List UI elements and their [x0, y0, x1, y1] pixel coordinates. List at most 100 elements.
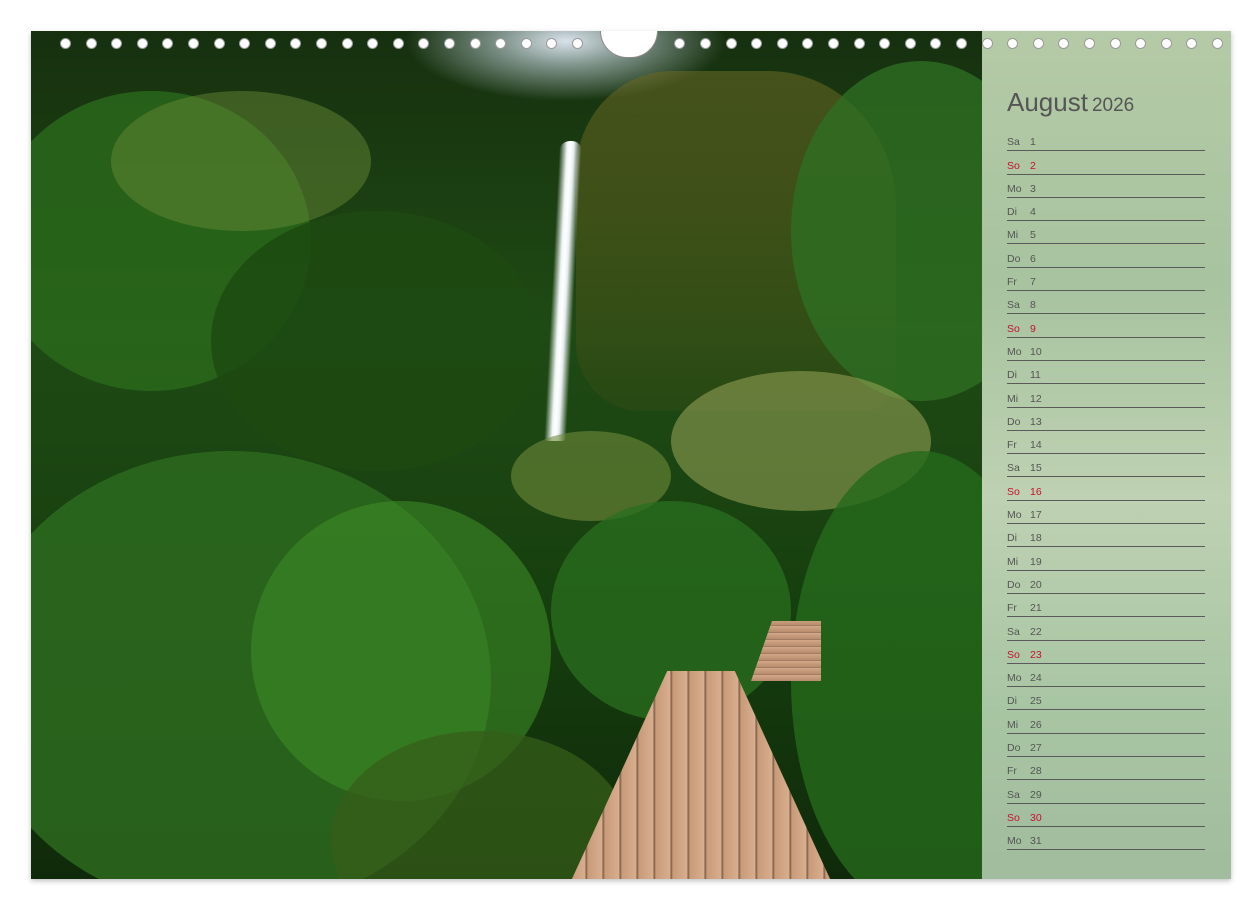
foliage-shape [211, 211, 541, 471]
day-number: 4 [1030, 206, 1036, 219]
binding-hole [1084, 38, 1095, 49]
day-number: 25 [1030, 695, 1042, 708]
binding-hole [828, 38, 839, 49]
weekday-label: Mo [1007, 835, 1022, 848]
binding-hole [879, 38, 891, 49]
weekday-label: Di [1007, 206, 1017, 219]
binding-hole [546, 38, 558, 49]
weekday-label: Sa [1007, 625, 1020, 638]
binding-hole [136, 38, 148, 49]
binding-hole [264, 38, 276, 49]
binding-hole [1058, 38, 1070, 49]
binding-hole [1032, 38, 1044, 49]
day-row: Sa 29 [1007, 780, 1205, 804]
day-number: 30 [1030, 811, 1042, 824]
day-row: Mo 3 [1007, 175, 1205, 198]
binding-hole [930, 38, 942, 49]
weekday-label: Di [1007, 369, 1017, 382]
day-number: 6 [1030, 252, 1036, 265]
binding-hole [1109, 38, 1121, 49]
day-row: So 16 [1007, 477, 1205, 501]
binding-hole [1160, 38, 1172, 49]
day-row: Sa 22 [1007, 617, 1205, 641]
weekday-label: Mi [1007, 718, 1019, 731]
day-row: Do 6 [1007, 244, 1205, 268]
day-number: 18 [1030, 532, 1042, 545]
month-name: August [1007, 87, 1088, 117]
binding-hole [290, 38, 302, 49]
day-number: 27 [1030, 742, 1042, 755]
binding-hole [418, 38, 430, 49]
weekday-label: Mo [1007, 672, 1022, 685]
binding-hole [162, 38, 174, 49]
binding-hole [1212, 38, 1223, 49]
day-row: Sa 1 [1007, 128, 1205, 152]
day-number: 28 [1030, 765, 1042, 778]
binding-hole [776, 38, 788, 49]
binding-hole [213, 38, 225, 49]
weekday-label: Fr [1007, 765, 1017, 778]
weekday-label: Fr [1007, 276, 1017, 289]
binding-hole [802, 38, 814, 49]
day-number: 9 [1030, 322, 1036, 335]
weekday-label: Mi [1007, 555, 1019, 568]
weekday-label: Sa [1007, 136, 1020, 149]
day-row: So 2 [1007, 151, 1205, 175]
binding-hole [444, 38, 455, 49]
binding-hole [520, 38, 532, 49]
day-number: 19 [1030, 555, 1042, 568]
binding-hole [572, 38, 583, 49]
year-label: 2026 [1091, 95, 1135, 116]
weekday-label: Do [1007, 415, 1021, 428]
day-number: 10 [1030, 345, 1042, 358]
day-number: 20 [1030, 578, 1042, 591]
day-number: 22 [1030, 625, 1042, 638]
binding-hole [495, 38, 507, 49]
day-row: Mi 5 [1007, 221, 1205, 245]
weekday-label: Sa [1007, 299, 1020, 312]
day-number: 5 [1030, 229, 1036, 242]
binding-hole [341, 38, 353, 49]
weekday-label: So [1007, 159, 1020, 172]
day-row: Mi 12 [1007, 384, 1205, 408]
weekday-label: Sa [1007, 462, 1020, 475]
binding-hole [392, 38, 404, 49]
binding-hole [1186, 38, 1198, 49]
weekday-label: Do [1007, 742, 1021, 755]
day-list: Sa 1 So 2 Mo 3 Di 4 Mi 5 Do 6 Fr 7 Sa 8 So 9 Mo 10 Di 11 Mi 12 D… [1007, 128, 1205, 851]
binding-hole [981, 38, 993, 49]
day-row: Mo 24 [1007, 664, 1205, 688]
weekday-label: Di [1007, 695, 1017, 708]
day-row: Sa 8 [1007, 291, 1205, 315]
day-number: 2 [1030, 159, 1036, 172]
calendar-sidebar: August 2026 Sa 1 So 2 Mo 3 Di 4 Mi 5 Do 6 Fr 7 Sa 8 So 9 Mo… [982, 31, 1231, 879]
binding-hole [853, 38, 865, 49]
foliage-shape [111, 91, 371, 231]
day-row: Di 18 [1007, 524, 1205, 548]
binding-hole [751, 38, 763, 49]
weekday-label: Fr [1007, 602, 1017, 615]
day-number: 24 [1030, 672, 1042, 685]
weekday-label: So [1007, 811, 1020, 824]
day-number: 26 [1030, 718, 1042, 731]
binding-hole [111, 38, 123, 49]
day-row: Fr 7 [1007, 268, 1205, 292]
weekday-label: Do [1007, 578, 1021, 591]
weekday-label: So [1007, 322, 1020, 335]
weekday-label: Mi [1007, 229, 1019, 242]
day-row: Fr 28 [1007, 757, 1205, 781]
day-row: So 23 [1007, 641, 1205, 664]
binding-hole [1007, 38, 1019, 49]
day-number: 3 [1030, 182, 1036, 195]
day-number: 13 [1030, 415, 1042, 428]
day-row: Di 11 [1007, 361, 1205, 385]
day-row: Mo 10 [1007, 338, 1205, 361]
day-number: 29 [1030, 788, 1042, 801]
weekday-label: Sa [1007, 788, 1020, 801]
day-row: So 30 [1007, 804, 1205, 827]
day-number: 7 [1030, 276, 1036, 289]
day-row: Do 13 [1007, 408, 1205, 431]
day-row: Mi 26 [1007, 710, 1205, 734]
day-row: Fr 21 [1007, 594, 1205, 618]
day-number: 15 [1030, 462, 1042, 475]
